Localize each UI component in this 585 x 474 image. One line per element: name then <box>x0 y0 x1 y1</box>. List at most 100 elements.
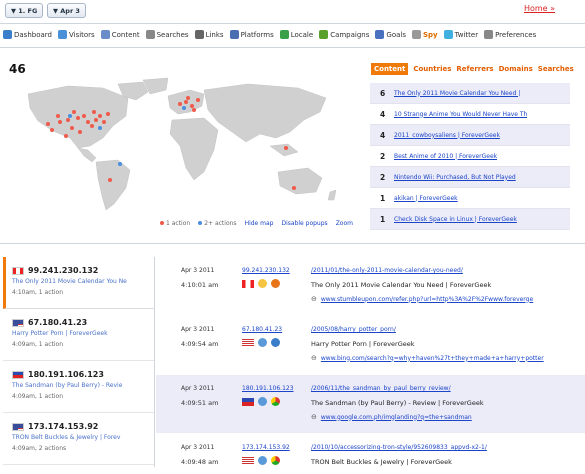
nav-item-dashboard[interactable]: Dashboard <box>3 30 52 39</box>
tab-domains[interactable]: Domains <box>499 65 533 75</box>
nav-item-campaigns[interactable]: Campaigns <box>319 30 369 39</box>
windows-icon <box>258 397 267 406</box>
zoom-link[interactable]: Zoom <box>336 220 353 227</box>
date-filter-dropdown[interactable]: ▼ Apr 3 <box>47 3 86 18</box>
visit-url-link[interactable]: /2010/10/accessorizing-tron-style/952609… <box>311 444 487 451</box>
visitor-meta: 4:10am, 1 action <box>12 289 64 296</box>
content-count: 2 <box>380 172 386 182</box>
campaigns-icon <box>319 30 329 39</box>
tab-content[interactable]: Content <box>371 63 409 75</box>
visitor-platform-icons <box>242 397 280 406</box>
canada-flag-icon <box>242 279 254 288</box>
ie-icon <box>271 338 280 347</box>
visit-page-title: TRON Belt Buckles & Jewelry | ForeverGee… <box>311 458 452 466</box>
content-row: 4 2011_cowboysaliens | ForeverGeek <box>370 125 570 146</box>
visit-time: 4:10:01 am <box>181 281 219 289</box>
visit-url-link[interactable]: /2011/01/the-only-2011-movie-calendar-yo… <box>311 267 463 274</box>
canada-flag-icon <box>12 266 24 275</box>
legend-label: 2+ actions <box>204 220 237 227</box>
visitor-item[interactable]: 173.174.153.92 TRON Belt Buckles & Jewelr… <box>3 413 154 465</box>
visit-referrer: ⊖ www.google.com.ph/imglanding?q=the+sand… <box>311 413 472 421</box>
content-title-link[interactable]: 2011_cowboysaliens | ForeverGeek <box>394 132 500 139</box>
globe-icon <box>279 30 289 39</box>
nav-item-twitter[interactable]: Twitter <box>443 30 478 39</box>
dashboard-icon <box>3 30 12 39</box>
visit-time: 4:09:48 am <box>181 458 219 466</box>
content-count: 2 <box>380 151 386 161</box>
map-legend: 1 action 2+ actions Hide map Disable pop… <box>160 220 353 227</box>
nav-item-locale[interactable]: Locale <box>279 30 313 39</box>
platforms-icon <box>229 30 239 39</box>
gear-icon <box>484 30 494 39</box>
visitor-meta: 4:09am, 1 action <box>12 341 64 348</box>
nav-item-platforms[interactable]: Platforms <box>229 30 274 39</box>
visitor-meta: 4:09am, 2 actions <box>12 445 67 452</box>
goals-icon <box>375 30 385 39</box>
content-count: 1 <box>380 214 386 224</box>
disable-popups-link[interactable]: Disable popups <box>281 220 327 227</box>
visit-url-link[interactable]: /2005/08/harry_potter_porn/ <box>311 326 396 333</box>
content-title-link[interactable]: Nintendo Wii: Purchased, But Not Played <box>394 174 516 181</box>
visit-date: Apr 3 2011 <box>181 444 215 451</box>
visit-ip-link[interactable]: 180.191.106.123 <box>242 385 294 392</box>
usa-flag-icon <box>12 318 24 327</box>
visit-page-title: The Only 2011 Movie Calendar You Need | … <box>311 281 492 289</box>
visit-row: Apr 3 2011 4:09:51 am 180.191.106.123/2006… <box>156 375 585 433</box>
hide-map-link[interactable]: Hide map <box>245 220 274 227</box>
site-filter-dropdown[interactable]: ▼ 1. FG <box>5 3 44 18</box>
content-count: 4 <box>380 130 386 140</box>
visit-ip-link[interactable]: 173.174.153.92 <box>242 444 290 451</box>
red-dot-icon <box>160 221 164 225</box>
nav-item-label: Visitors <box>68 30 95 39</box>
visitor-page: TRON Belt Buckles & Jewelry | Forev <box>12 434 121 441</box>
content-title-link[interactable]: akikan | ForeverGeek <box>394 195 458 202</box>
referrer-link[interactable]: www.google.com.ph/imglanding?q=the+sandm… <box>321 414 472 421</box>
usa-flag-icon <box>12 422 24 431</box>
visitors-icon <box>57 30 67 39</box>
visit-ip-link[interactable]: 67.180.41.23 <box>242 326 282 333</box>
content-title-link[interactable]: The Only 2011 Movie Calendar You Need | <box>394 90 520 97</box>
content-count: 1 <box>380 193 386 203</box>
nav-item-searches[interactable]: Searches <box>145 30 189 39</box>
content-list: 6 The Only 2011 Movie Calendar You Need |… <box>370 83 570 230</box>
nav-item-goals[interactable]: Goals <box>375 30 406 39</box>
content-row: 1 akikan | ForeverGeek <box>370 188 570 209</box>
visitor-item[interactable]: 99.241.230.132 The Only 2011 Movie Calend… <box>3 257 154 309</box>
nav-item-label: Links <box>205 30 224 39</box>
content-row: 2 Nintendo Wii: Purchased, But Not Played <box>370 167 570 188</box>
linux-icon <box>258 279 267 288</box>
visit-row: Apr 3 2011 4:09:54 am 67.180.41.23/2005/08… <box>156 316 585 374</box>
nav-item-spy[interactable]: Spy <box>411 30 438 39</box>
nav-item-label: Campaigns <box>330 30 370 39</box>
nav-item-content[interactable]: Content <box>100 30 140 39</box>
content-title-link[interactable]: 10 Strange Anime You Would Never Have Th <box>394 111 527 118</box>
nav-item-links[interactable]: Links <box>194 30 224 39</box>
referrer-link[interactable]: www.bing.com/search?q=why+haven%27t+they… <box>321 355 544 362</box>
referrer-link[interactable]: www.stumbleupon.com/refer.php?url=http%3… <box>321 296 533 303</box>
nav-item-visitors[interactable]: Visitors <box>57 30 95 39</box>
visitor-item[interactable]: 67.180.41.23 Harry Potter Porn | ForeverG… <box>3 309 154 361</box>
visitor-ip: 99.241.230.132 <box>28 266 99 275</box>
nav-item-label: Content <box>111 30 140 39</box>
legend-two-plus-actions: 2+ actions <box>198 220 237 227</box>
content-row: 6 The Only 2011 Movie Calendar You Need | <box>370 83 570 104</box>
world-map[interactable] <box>8 76 346 216</box>
visit-url-link[interactable]: /2006/11/the_sandman_by_paul_berry_revie… <box>311 385 451 392</box>
link-chain-icon: ⊖ <box>311 295 317 303</box>
philippines-flag-icon <box>242 397 254 406</box>
tab-countries[interactable]: Countries <box>413 65 451 75</box>
home-link[interactable]: Home » <box>524 4 555 13</box>
content-title-link[interactable]: Best Anime of 2010 | ForeverGeek <box>394 153 497 160</box>
visitor-ip: 180.191.106.123 <box>28 370 104 379</box>
spy-icon <box>411 30 421 39</box>
nav-item-preferences[interactable]: Preferences <box>484 30 536 39</box>
content-title-link[interactable]: Check Disk Space in Linux | ForeverGeek <box>394 216 517 223</box>
visit-ip-link[interactable]: 99.241.230.132 <box>242 267 290 274</box>
tab-referrers[interactable]: Referrers <box>456 65 493 75</box>
tab-searches[interactable]: Searches <box>538 65 574 75</box>
main-nav: Dashboard Visitors Content Searches Links Pla… <box>3 30 536 39</box>
visitor-page: The Sandman (by Paul Berry) - Revie <box>12 382 123 389</box>
content-count: 6 <box>380 88 386 98</box>
visitor-ip: 173.174.153.92 <box>28 422 99 431</box>
visitor-item[interactable]: 180.191.106.123 The Sandman (by Paul Berr… <box>3 361 154 413</box>
